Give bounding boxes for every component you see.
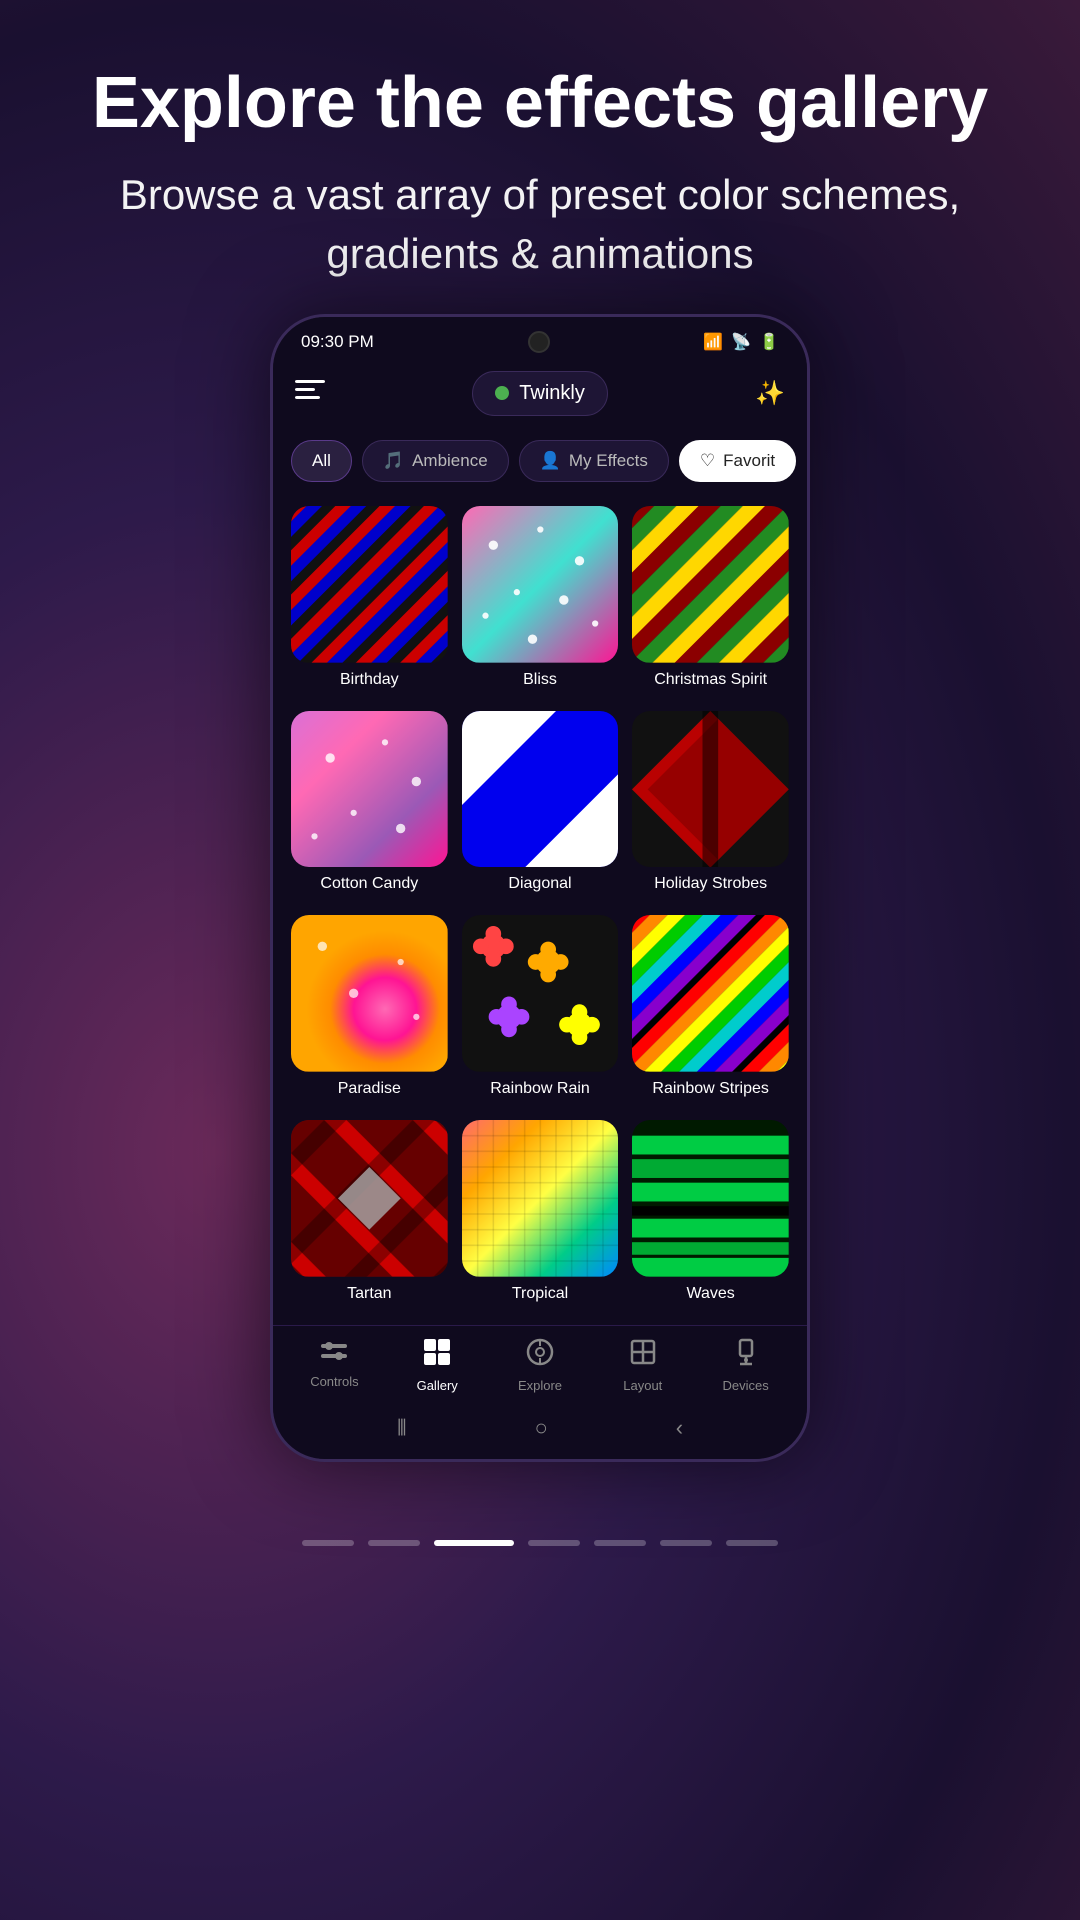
main-title: Explore the effects gallery	[80, 60, 1000, 146]
filter-tabs: All 🎵 Ambience 👤 My Effects ♡ Favorit	[273, 430, 807, 496]
nav-gallery[interactable]: Gallery	[386, 1338, 489, 1393]
layout-icon	[629, 1338, 657, 1373]
effect-tropical[interactable]: Tropical	[462, 1120, 619, 1311]
menu-button[interactable]	[295, 380, 325, 406]
effect-rainbow-rain[interactable]: Rainbow Rain	[462, 915, 619, 1106]
bottom-nav: Controls Gallery	[273, 1325, 807, 1403]
effect-rainbow-stripes[interactable]: Rainbow Stripes	[632, 915, 789, 1106]
effect-thumbnail-waves	[632, 1120, 789, 1277]
effect-name-holiday: Holiday Strobes	[654, 875, 767, 893]
gallery-icon	[423, 1338, 451, 1373]
effect-name-bliss: Bliss	[523, 671, 557, 689]
my-effects-label: My Effects	[569, 451, 648, 471]
effect-christmas-spirit[interactable]: Christmas Spirit	[632, 506, 789, 697]
all-label: All	[312, 451, 331, 471]
effect-thumbnail-rainbow-rain	[462, 915, 619, 1072]
effect-birthday[interactable]: Birthday	[291, 506, 448, 697]
nav-explore[interactable]: Explore	[489, 1338, 592, 1393]
effect-holiday-strobes[interactable]: Holiday Strobes	[632, 711, 789, 902]
effect-name-cotton: Cotton Candy	[320, 875, 418, 893]
phone-mockup: 09:30 PM 📶 📡 🔋 Twinkly ✨ All 🎵 A	[270, 314, 810, 1462]
effect-name-birthday: Birthday	[340, 671, 399, 689]
android-nav: ⦀ ○ ‹	[273, 1403, 807, 1459]
my-effects-icon: 👤	[540, 451, 561, 471]
nav-explore-label: Explore	[518, 1378, 562, 1393]
effect-diagonal[interactable]: Diagonal	[462, 711, 619, 902]
top-bar: Twinkly ✨	[273, 361, 807, 430]
signal-icon: 📡	[731, 332, 751, 352]
tab-all[interactable]: All	[291, 440, 352, 482]
tab-my-effects[interactable]: 👤 My Effects	[519, 440, 669, 482]
effect-waves[interactable]: Waves	[632, 1120, 789, 1311]
status-icons: 📶 📡 🔋	[703, 332, 779, 352]
nav-layout-label: Layout	[623, 1378, 662, 1393]
effect-name-waves: Waves	[687, 1285, 735, 1303]
main-subtitle: Browse a vast array of preset color sche…	[80, 166, 1000, 284]
ambience-icon: 🎵	[383, 451, 404, 471]
effect-thumbnail-birthday	[291, 506, 448, 663]
effects-grid: Birthday	[273, 496, 807, 1311]
effect-thumbnail-paradise	[291, 915, 448, 1072]
nav-devices-label: Devices	[722, 1378, 768, 1393]
effect-bliss[interactable]: Bliss	[462, 506, 619, 697]
effect-thumbnail-bliss	[462, 506, 619, 663]
effect-name-christmas: Christmas Spirit	[654, 671, 767, 689]
battery-icon: 🔋	[759, 332, 779, 352]
header-section: Explore the effects gallery Browse a vas…	[0, 0, 1080, 314]
nav-layout[interactable]: Layout	[591, 1338, 694, 1393]
effect-thumbnail-rainbow-stripes	[632, 915, 789, 1072]
back-button[interactable]: ‹	[676, 1415, 683, 1441]
brand-name: Twinkly	[519, 382, 585, 405]
tab-favorites[interactable]: ♡ Favorit	[679, 440, 796, 482]
effect-thumbnail-tropical	[462, 1120, 619, 1277]
nav-devices[interactable]: Devices	[694, 1338, 797, 1393]
controls-icon	[319, 1338, 349, 1369]
effect-name-rainbow-stripes: Rainbow Stripes	[652, 1080, 769, 1098]
page-dot-2	[368, 1540, 420, 1546]
nav-controls-label: Controls	[310, 1374, 358, 1389]
page-dot-4	[528, 1540, 580, 1546]
effect-thumbnail-christmas	[632, 506, 789, 663]
page-indicators	[302, 1522, 778, 1576]
effect-name-diagonal: Diagonal	[508, 875, 571, 893]
camera-notch	[528, 331, 550, 353]
page-dot-6	[660, 1540, 712, 1546]
recents-button[interactable]: ⦀	[397, 1415, 407, 1441]
page-dot-3[interactable]	[434, 1540, 514, 1546]
devices-icon	[732, 1338, 760, 1373]
sparkle-button[interactable]: ✨	[755, 379, 785, 408]
favorites-icon: ♡	[700, 451, 715, 471]
nav-gallery-label: Gallery	[417, 1378, 458, 1393]
effect-thumbnail-cotton	[291, 711, 448, 868]
effect-name-tartan: Tartan	[347, 1285, 391, 1303]
brand-pill[interactable]: Twinkly	[472, 371, 608, 416]
effect-paradise[interactable]: Paradise	[291, 915, 448, 1106]
effect-name-rainbow-rain: Rainbow Rain	[490, 1080, 590, 1098]
page-dot-7	[726, 1540, 778, 1546]
effect-cotton-candy[interactable]: Cotton Candy	[291, 711, 448, 902]
tab-ambience[interactable]: 🎵 Ambience	[362, 440, 509, 482]
page-dot-1	[302, 1540, 354, 1546]
status-time: 09:30 PM	[301, 332, 374, 352]
connection-indicator	[495, 386, 509, 400]
home-button[interactable]: ○	[535, 1415, 548, 1441]
favorites-label: Favorit	[723, 451, 775, 471]
effect-thumbnail-diagonal	[462, 711, 619, 868]
nav-controls[interactable]: Controls	[283, 1338, 386, 1393]
effect-tartan[interactable]: Tartan	[291, 1120, 448, 1311]
explore-icon	[526, 1338, 554, 1373]
effect-name-tropical: Tropical	[512, 1285, 568, 1303]
effect-name-paradise: Paradise	[338, 1080, 401, 1098]
status-bar: 09:30 PM 📶 📡 🔋	[273, 317, 807, 361]
wifi-icon: 📶	[703, 332, 723, 352]
page-dot-5	[594, 1540, 646, 1546]
ambience-label: Ambience	[412, 451, 488, 471]
effect-thumbnail-tartan	[291, 1120, 448, 1277]
effect-thumbnail-holiday	[632, 711, 789, 868]
